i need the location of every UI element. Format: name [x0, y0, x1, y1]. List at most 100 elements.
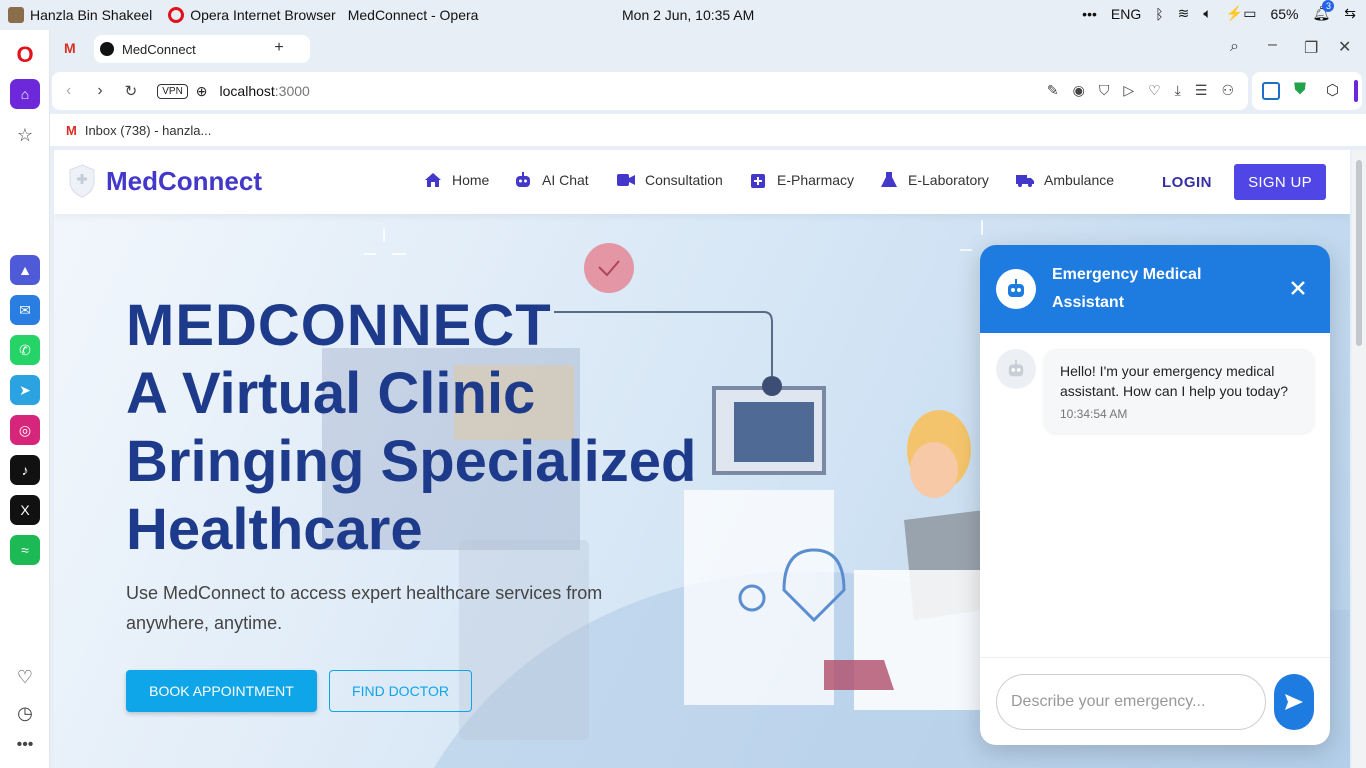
settings-toggle-icon[interactable]: ⇆	[1344, 5, 1356, 22]
user-menu[interactable]: Hanzla Bin Shakeel	[8, 7, 152, 23]
app-name: Opera Internet Browser	[190, 7, 336, 23]
minimize-button[interactable]: –	[1268, 36, 1277, 54]
bluetooth-icon[interactable]: ᛒ	[1155, 6, 1163, 22]
heart-icon[interactable]: ♡	[1148, 82, 1161, 99]
signup-button[interactable]: SIGN UP	[1234, 164, 1326, 200]
close-window-button[interactable]: ✕	[1338, 37, 1351, 57]
nav-label: E-Pharmacy	[777, 172, 855, 188]
bookmarks-icon[interactable]: ☆	[10, 120, 40, 150]
send-button[interactable]	[1274, 674, 1314, 730]
battery-level: 65%	[1270, 5, 1299, 22]
hero-line-2: A Virtual Clinic	[126, 361, 536, 426]
shield-logo-icon	[69, 164, 95, 198]
volume-icon[interactable]: 🔈︎	[1203, 5, 1211, 22]
new-tab-button[interactable]: +	[270, 39, 288, 57]
chat-header: Emergency Medical Assistant	[980, 245, 1330, 333]
login-button[interactable]: LOGIN	[1162, 174, 1212, 191]
gmail-icon: M	[66, 122, 77, 138]
scrollbar-thumb[interactable]	[1356, 160, 1362, 346]
chat-bot-avatar	[996, 269, 1036, 309]
aria-icon[interactable]: ▲	[10, 255, 40, 285]
restore-button[interactable]: ❐	[1304, 38, 1318, 58]
nav-consultation[interactable]: Consultation	[617, 172, 723, 188]
nav-e-laboratory[interactable]: E-Laboratory	[880, 172, 989, 188]
globe-icon: ⊕	[195, 82, 208, 99]
gmail-tab-icon[interactable]: M	[64, 40, 76, 56]
vpn-badge[interactable]: VPN	[157, 83, 188, 99]
emergency-input[interactable]: Describe your emergency...	[996, 674, 1266, 730]
find-doctor-button[interactable]: FIND DOCTOR	[329, 670, 472, 712]
spotify-icon[interactable]: ≈	[10, 535, 40, 565]
page-scrollbar[interactable]	[1352, 150, 1366, 768]
emergency-chat-widget: Emergency Medical Assistant Hello! I'm y…	[980, 245, 1330, 745]
home-icon	[425, 173, 441, 187]
clock[interactable]: Mon 2 Jun, 10:35 AM	[622, 7, 754, 23]
profile-icon[interactable]: ⚇	[1221, 82, 1234, 99]
ambulance-icon	[1016, 175, 1034, 187]
home-icon[interactable]: ⌂	[10, 79, 40, 109]
wifi-icon[interactable]: ≋	[1178, 5, 1190, 22]
hero-heading: MEDCONNECT A Virtual Clinic Bringing Spe…	[126, 292, 696, 564]
brand-name: MedConnect	[106, 165, 262, 196]
bookmark-inbox[interactable]: Inbox (738) - hanzla...	[85, 123, 211, 138]
easy-setup-icon[interactable]: ☰	[1195, 82, 1208, 99]
shield-icon[interactable]: ⛉	[1099, 82, 1110, 99]
language[interactable]: ENG	[1111, 6, 1141, 22]
telegram-icon[interactable]: ➤	[10, 375, 40, 405]
user-avatar-icon	[8, 7, 24, 23]
x-icon[interactable]: X	[10, 495, 40, 525]
hero-line-1: MEDCONNECT	[126, 293, 552, 358]
hero-description: Use MedConnect to access expert healthca…	[126, 583, 603, 633]
bookmarks-bar: M Inbox (738) - hanzla...	[50, 114, 1366, 146]
active-app[interactable]: Opera Internet Browser	[168, 7, 336, 23]
extension-cube-icon[interactable]: ⬡	[1326, 81, 1339, 99]
brand-logo[interactable]: MedConnect	[68, 164, 262, 198]
url-field[interactable]: localhost:3000	[220, 83, 310, 99]
forward-icon[interactable]: ›	[97, 82, 102, 100]
overflow-icon[interactable]: •••	[1082, 6, 1097, 22]
whatsapp-icon[interactable]: ✆	[10, 335, 40, 365]
message-timestamp: 10:34:54 AM	[1060, 407, 1128, 421]
address-bar: ‹ › ↻ VPN ⊕ localhost:3000 ✎ ◉ ⛉ ▷ ♡ ⤓ ☰…	[52, 72, 1248, 110]
message-avatar	[996, 349, 1036, 389]
notification-icon[interactable]: 🔔︎ 3	[1312, 0, 1335, 22]
opera-icon	[168, 7, 185, 23]
favorites-heart-icon[interactable]: ♡	[10, 662, 40, 692]
extensions-bar: ⛊ ⬡	[1252, 72, 1362, 110]
nav-label: AI Chat	[542, 172, 589, 188]
camera-icon[interactable]: ◉	[1073, 82, 1085, 99]
nav-ai-chat[interactable]: AI Chat	[514, 172, 589, 188]
site-favicon-icon	[100, 42, 114, 56]
nav-ambulance[interactable]: Ambulance	[1016, 172, 1114, 188]
back-icon[interactable]: ‹	[66, 82, 71, 100]
chat-input-area: Describe your emergency...	[980, 657, 1330, 745]
messenger-icon[interactable]: ✉	[10, 295, 40, 325]
extension-shield-icon[interactable]: ⛊	[1294, 81, 1306, 99]
tab-title: MedConnect	[122, 41, 196, 57]
reload-icon[interactable]: ↻	[125, 82, 138, 100]
more-icon[interactable]: •••	[10, 730, 40, 760]
extension-translate-icon[interactable]	[1262, 82, 1280, 100]
history-icon[interactable]: ◷	[10, 698, 40, 728]
nav-e-pharmacy[interactable]: E-Pharmacy	[749, 172, 854, 188]
download-icon[interactable]: ⤓	[1175, 82, 1181, 99]
hero-line-4: Healthcare	[126, 497, 423, 562]
tiktok-icon[interactable]: ♪	[10, 455, 40, 485]
chat-title: Emergency Medical Assistant	[1052, 266, 1202, 311]
window-title: MedConnect - Opera	[347, 7, 479, 23]
edit-icon[interactable]: ✎	[1047, 82, 1059, 99]
book-appointment-button[interactable]: BOOK APPOINTMENT	[126, 670, 317, 712]
flask-icon	[881, 172, 897, 187]
search-tabs-icon[interactable]: ⌕	[1230, 38, 1239, 56]
play-icon[interactable]: ▷	[1123, 82, 1134, 99]
nav-label: Consultation	[645, 172, 723, 188]
instagram-icon[interactable]: ◎	[10, 415, 40, 445]
opera-sidebar: O ⌂ ☆ ▲ ✉ ✆ ➤ ◎ ♪ X ≈ ♡ ◷ •••	[0, 30, 50, 768]
battery-icon[interactable]: ⚡▭	[1226, 5, 1257, 22]
close-icon[interactable]	[1288, 278, 1308, 298]
nav-home[interactable]: Home	[424, 172, 489, 188]
opera-menu-icon[interactable]: O	[10, 40, 40, 70]
video-camera-icon	[617, 174, 635, 186]
notification-badge: 3	[1322, 0, 1335, 12]
os-taskbar: Hanzla Bin Shakeel Opera Internet Browse…	[0, 0, 1366, 30]
